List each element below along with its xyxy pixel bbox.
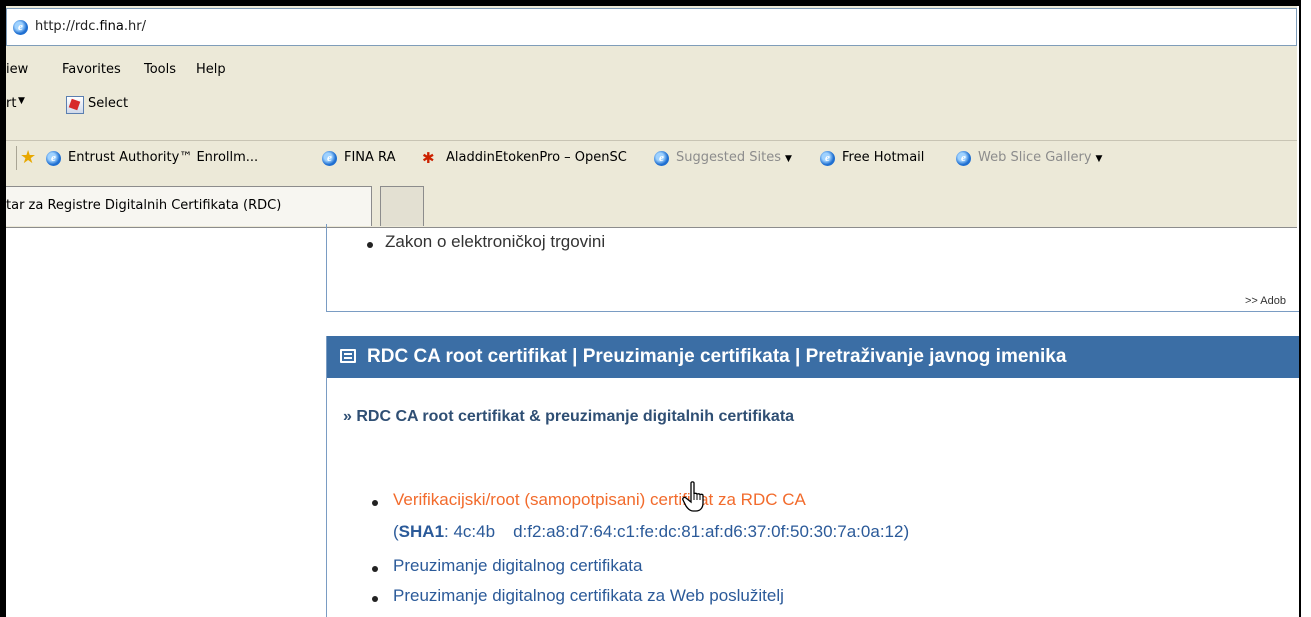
select-button[interactable]: Select [88, 96, 128, 111]
favorites-bar: ★ e Entrust Authority™ Enrollm... e FINA… [6, 140, 1297, 174]
tab-rdc[interactable]: tar za Registre Digitalnih Certifikata (… [6, 186, 372, 226]
add-favorites-star-icon[interactable]: ★ [20, 149, 36, 167]
favorite-aladdin[interactable]: AladdinEtokenPro – OpenSC [446, 150, 627, 165]
bullet-icon [372, 500, 378, 506]
favorite-fina-ra[interactable]: FINA RA [344, 150, 395, 165]
hand-cursor-icon [682, 481, 704, 512]
favorite-entrust[interactable]: Entrust Authority™ Enrollm... [68, 150, 258, 165]
section-header: RDC CA root certifikat | Preuzimanje cer… [327, 336, 1307, 378]
address-bar[interactable]: e http://rdc.fina.hr/ [6, 8, 1297, 46]
screenshot-frame-right [1299, 0, 1311, 617]
download-certificate-link[interactable]: Preuzimanje digitalnog certifikata [393, 556, 642, 576]
law-item[interactable]: Zakon o elektroničkoj trgovini [385, 232, 605, 252]
menu-help[interactable]: Help [196, 62, 226, 77]
ie-icon: e [820, 151, 835, 166]
address-text[interactable]: http://rdc.fina.hr/ [35, 19, 146, 34]
ie-icon: e [322, 151, 337, 166]
aladdin-icon: ✱ [422, 149, 435, 167]
pdf-select-icon [66, 96, 84, 114]
tab-bar: tar za Registre Digitalnih Certifikata (… [6, 180, 1297, 228]
bullet-icon [372, 566, 378, 572]
adobe-link[interactable]: >> Adob [1245, 295, 1286, 307]
bullet-icon [367, 242, 373, 248]
favorite-web-slice-gallery[interactable]: Web Slice Gallery ▼ [978, 150, 1102, 165]
chevron-down-icon: ▼ [1095, 154, 1103, 164]
ie-icon: e [654, 151, 669, 166]
menu-favorites[interactable]: Favorites [62, 62, 121, 77]
root-certificate-link[interactable]: Verifikacijski/root (samopotpisani) cert… [393, 490, 806, 510]
favorite-free-hotmail[interactable]: Free Hotmail [842, 150, 924, 165]
list-icon [340, 349, 356, 363]
sub-title: » RDC CA root certifikat & preuzimanje d… [343, 408, 795, 425]
menu-view[interactable]: iew [6, 62, 28, 77]
section-header-text: RDC CA root certifikat | Preuzimanje cer… [367, 346, 1067, 367]
new-tab-button[interactable] [380, 186, 424, 226]
rdc-section: RDC CA root certifikat | Preuzimanje cer… [326, 336, 1307, 617]
law-box: Zakon o elektroničkoj trgovini >> Adob [326, 224, 1306, 312]
ie-icon: e [956, 151, 971, 166]
ie-page-icon: e [13, 20, 28, 35]
chevron-down-icon: ▼ [18, 96, 25, 106]
page-content: Zakon o elektroničkoj trgovini >> Adob R… [6, 224, 1307, 617]
menu-tools[interactable]: Tools [144, 62, 176, 77]
toolbar-grip [16, 146, 17, 170]
ie-icon: e [46, 151, 61, 166]
bullet-icon [372, 596, 378, 602]
download-web-server-certificate-link[interactable]: Preuzimanje digitalnog certifikata za We… [393, 586, 784, 606]
favorite-suggested-sites[interactable]: Suggested Sites ▼ [676, 150, 792, 165]
sha1-line: (SHA1: 4c:4b d:f2:a8:d7:64:c1:fe:dc:81:af… [393, 522, 910, 541]
chevron-down-icon: ▼ [784, 154, 792, 164]
